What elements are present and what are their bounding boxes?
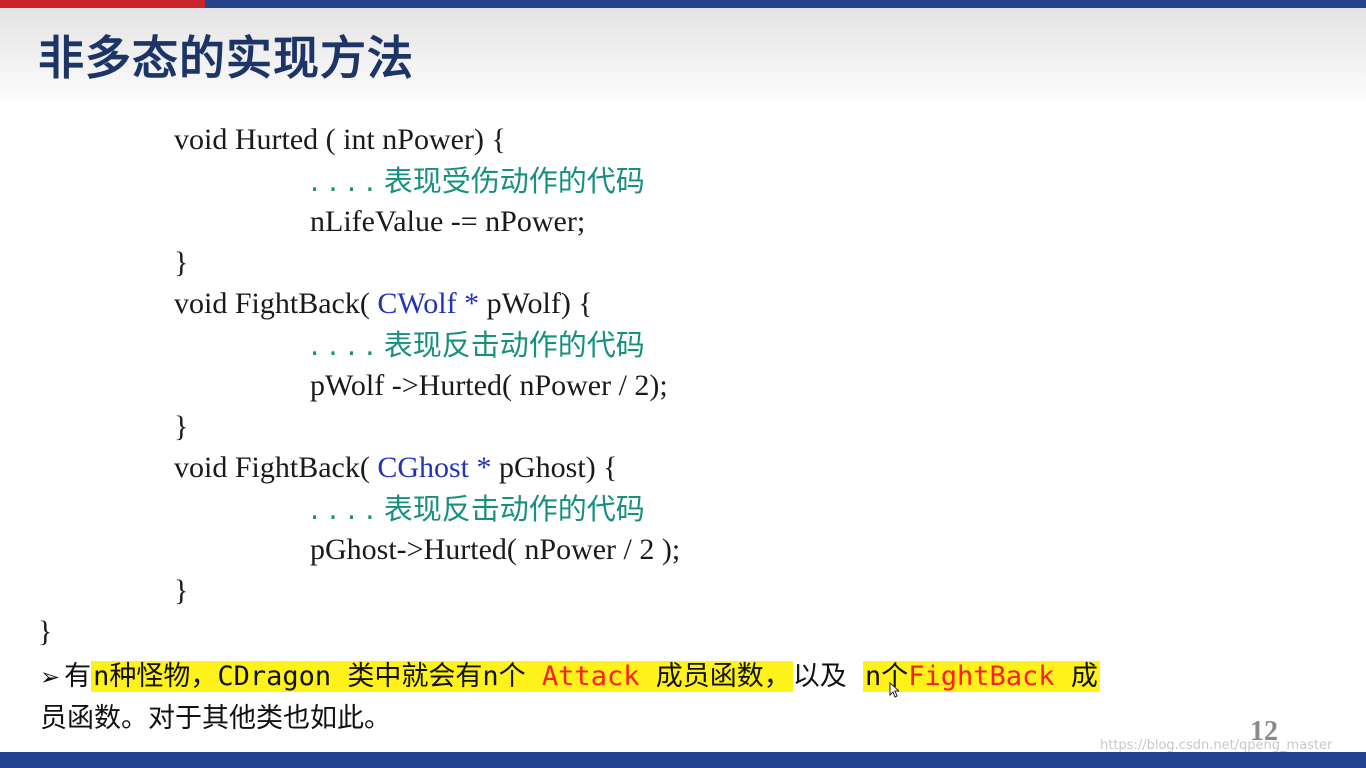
code-comment-dots: . . . . (310, 328, 384, 362)
code-text: pWolf) { (479, 287, 593, 320)
bullet-line: 员函数。对于其他类也如此。 (40, 703, 391, 734)
code-comment-dots: . . . . (310, 492, 384, 526)
code-line: void Hurted ( int nPower) { (174, 123, 506, 156)
code-line: } (174, 574, 189, 607)
code-line: nLifeValue -= nPower; (310, 205, 586, 238)
code-type: CWolf * (377, 287, 480, 320)
code-comment: 表现反击动作的代码 (383, 492, 645, 526)
bullet-highlight: n种怪物，CDragon 类中就会有n个 Attack 成员函数， (91, 661, 793, 692)
code-line: pGhost->Hurted( nPower / 2 ); (310, 533, 681, 566)
code-type: CGhost * (377, 451, 492, 484)
bullet-keyword: FightBack (908, 661, 1055, 692)
code-line: } (174, 246, 189, 279)
code-line: . . . . 表现受伤动作的代码 (310, 163, 645, 200)
bullet-keyword: Attack (541, 661, 640, 692)
bullet-text: n个 (865, 661, 909, 692)
code-line: void FightBack( CWolf * pWolf) { (174, 286, 593, 322)
code-line: . . . . 表现反击动作的代码 (310, 491, 645, 528)
code-comment-dots: . . . . (310, 164, 384, 198)
bullet-text: 以及 (792, 661, 863, 692)
code-comment: 表现反击动作的代码 (383, 328, 645, 362)
bullet-text: 有 (64, 661, 92, 692)
code-line: . . . . 表现反击动作的代码 (310, 327, 645, 364)
slide-title: 非多态的实现方法 (38, 31, 414, 85)
code-line: } (174, 410, 189, 443)
code-comment: 表现受伤动作的代码 (383, 164, 645, 198)
code-text: void FightBack( (174, 451, 378, 484)
bottom-bar (0, 752, 1366, 768)
bullet-text: n种怪物，CDragon 类中就会有n个 (93, 661, 542, 692)
slide: 非多态的实现方法 void Hurted ( int nPower) { . .… (0, 0, 1366, 768)
bullet-text: 成 (1054, 661, 1098, 692)
watermark: https://blog.csdn.net/qpeng_master (1100, 738, 1333, 753)
code-line: pWolf ->Hurted( nPower / 2); (310, 369, 668, 402)
bullet-line: ➢ 有n种怪物，CDragon 类中就会有n个 Attack 成员函数，以及 n个… (40, 657, 1100, 697)
bullet-arrow-icon: ➢ (40, 663, 61, 691)
bullet-text: 成员函数， (639, 661, 791, 692)
code-line: void FightBack( CGhost * pGhost) { (174, 450, 618, 486)
mouse-pointer-icon (889, 682, 899, 698)
code-text: pGhost) { (491, 451, 618, 484)
code-line: } (38, 615, 53, 648)
top-bar-accent (0, 0, 205, 8)
code-text: void FightBack( (174, 287, 378, 320)
